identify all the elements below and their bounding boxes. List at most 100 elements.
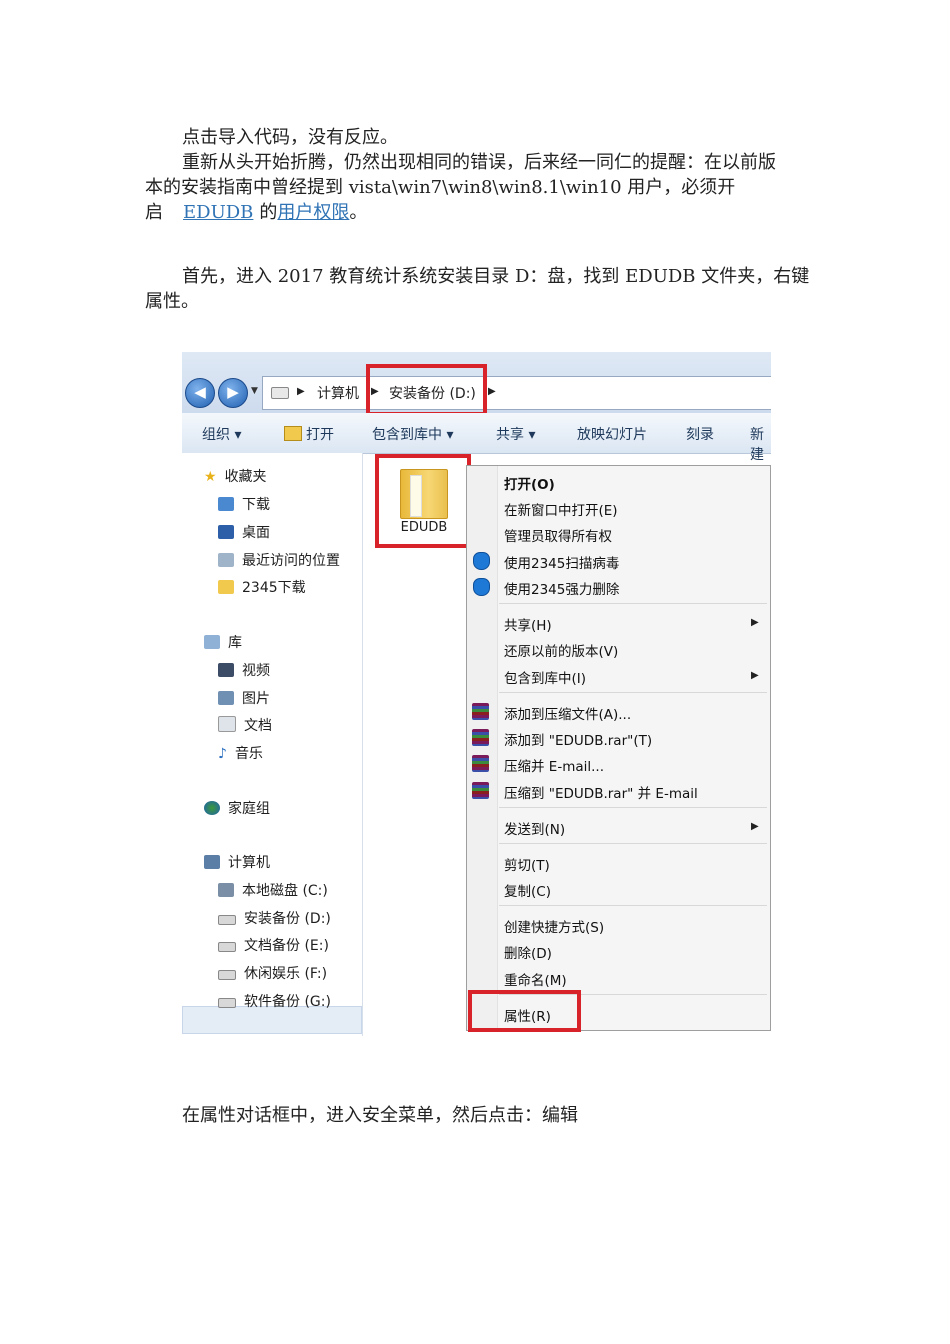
submenu-arrow-icon: ▶ <box>751 617 759 628</box>
nav-label: 收藏夹 <box>224 469 267 485</box>
music-icon: ♪ <box>218 746 227 762</box>
menu-add-to-archive[interactable]: 添加到压缩文件(A)... <box>504 703 631 723</box>
nav-downloads[interactable]: 下载 <box>218 493 270 517</box>
toolbar-share[interactable]: 共享 ▾ <box>496 424 535 444</box>
winrar-icon <box>472 755 489 772</box>
nav-label: 下载 <box>242 497 270 513</box>
nav-documents[interactable]: 文档 <box>218 714 272 738</box>
nav-drive-d[interactable]: 安装备份 (D:) <box>218 907 331 931</box>
highlight-box-drive <box>366 364 487 416</box>
drive-icon <box>218 970 236 980</box>
highlight-box-folder <box>375 454 471 548</box>
address-box[interactable]: ▶ 计算机 ▶ 安装备份 (D:) ▶ <box>262 376 771 410</box>
nav-videos[interactable]: 视频 <box>218 659 270 683</box>
nav-label: 音乐 <box>234 746 263 762</box>
menu-separator <box>499 807 767 808</box>
menu-delete[interactable]: 删除(D) <box>504 942 552 962</box>
nav-libraries[interactable]: 库 <box>204 631 242 655</box>
nav-label: 安装备份 (D:) <box>244 911 331 927</box>
nav-drive-f[interactable]: 休闲娱乐 (F:) <box>218 962 327 986</box>
paragraph-2-mid: 的 <box>259 202 278 223</box>
paragraph-1: 点击导入代码，没有反应。 <box>182 127 398 148</box>
command-toolbar: 组织 ▾ 打开 包含到库中 ▾ 共享 ▾ 放映幻灯片 刻录 新建 <box>182 413 771 463</box>
menu-share[interactable]: 共享(H) <box>504 614 552 634</box>
paragraph-2-end: 。 <box>349 202 368 223</box>
toolbar-new-folder[interactable]: 新建 <box>750 424 771 464</box>
star-icon: ★ <box>204 469 217 485</box>
nav-label: 最近访问的位置 <box>242 553 340 569</box>
paragraph-2-line-2: 本的安装指南中曾经提到 vista\win7\win8\win8.1\win10… <box>145 177 736 198</box>
menu-cut[interactable]: 剪切(T) <box>504 854 550 874</box>
menu-separator <box>499 843 767 844</box>
nav-computer[interactable]: 计算机 <box>204 851 270 875</box>
toolbar-open[interactable]: 打开 <box>306 424 334 444</box>
menu-rename[interactable]: 重命名(M) <box>504 969 567 989</box>
drive-icon <box>218 998 236 1008</box>
menu-separator <box>499 905 767 906</box>
navigation-pane: ★ 收藏夹 下载 桌面 最近访问的位置 2345下载 库 视频 图片 文档 ♪ 音乐… <box>182 453 363 1036</box>
nav-drive-c[interactable]: 本地磁盘 (C:) <box>218 879 328 903</box>
history-dropdown-icon[interactable]: ▼ <box>251 386 258 396</box>
paragraph-3-line-2: 属性。 <box>145 291 199 312</box>
nav-label: 图片 <box>242 691 270 707</box>
menu-open[interactable]: 打开(O) <box>504 473 555 493</box>
menu-compress-edudb-email[interactable]: 压缩到 "EDUDB.rar" 并 E-mail <box>504 782 698 802</box>
paragraph-2-prefix: 启 <box>145 202 163 223</box>
menu-restore-versions[interactable]: 还原以前的版本(V) <box>504 640 618 660</box>
menu-copy[interactable]: 复制(C) <box>504 880 551 900</box>
nav-recent-places[interactable]: 最近访问的位置 <box>218 549 340 573</box>
video-icon <box>218 663 234 677</box>
download-icon <box>218 497 234 511</box>
menu-open-new-window[interactable]: 在新窗口中打开(E) <box>504 499 618 519</box>
menu-include-library[interactable]: 包含到库中(I) <box>504 667 586 687</box>
nav-desktop[interactable]: 桌面 <box>218 521 270 545</box>
highlight-box-properties <box>468 990 581 1032</box>
breadcrumb-computer[interactable]: 计算机 <box>317 383 359 403</box>
paragraph-4: 在属性对话框中，进入安全菜单，然后点击：编辑 <box>182 1105 578 1126</box>
winrar-icon <box>472 729 489 746</box>
nav-drive-e[interactable]: 文档备份 (E:) <box>218 934 329 958</box>
crumb-separator-icon: ▶ <box>297 386 305 397</box>
toolbar-organize[interactable]: 组织 ▾ <box>202 424 241 444</box>
nav-favorites[interactable]: ★ 收藏夹 <box>204 465 267 489</box>
menu-icon-strip <box>467 466 498 1030</box>
menu-force-delete[interactable]: 使用2345强力删除 <box>504 578 619 598</box>
folder-icon <box>218 580 234 594</box>
system-drive-icon <box>218 883 234 897</box>
nav-label: 休闲娱乐 (F:) <box>244 966 328 982</box>
menu-take-ownership[interactable]: 管理员取得所有权 <box>504 525 612 545</box>
menu-compress-email[interactable]: 压缩并 E-mail... <box>504 755 604 775</box>
recent-places-icon <box>218 553 234 567</box>
nav-pictures[interactable]: 图片 <box>218 687 270 711</box>
forward-button[interactable]: ▶ <box>218 378 248 408</box>
desktop-icon <box>218 525 234 539</box>
nav-homegroup[interactable]: 家庭组 <box>204 797 270 821</box>
nav-label: 家庭组 <box>228 801 270 817</box>
crumb-separator-icon: ▶ <box>488 386 496 397</box>
submenu-arrow-icon: ▶ <box>751 821 759 832</box>
nav-label: 2345下载 <box>242 580 306 596</box>
toolbar-burn[interactable]: 刻录 <box>686 424 714 444</box>
toolbar-slideshow[interactable]: 放映幻灯片 <box>577 424 647 444</box>
nav-drive-g[interactable]: 软件备份 (G:) <box>218 990 331 1014</box>
nav-music[interactable]: ♪ 音乐 <box>218 742 263 766</box>
drive-icon <box>218 915 236 925</box>
menu-scan-virus[interactable]: 使用2345扫描病毒 <box>504 552 619 572</box>
explorer-screenshot: ◀ ▶ ▼ ▶ 计算机 ▶ 安装备份 (D:) ▶ 组织 ▾ 打开 包含到库中 … <box>182 352 771 1036</box>
nav-2345-downloads[interactable]: 2345下载 <box>218 576 306 600</box>
paragraph-2-line-1: 重新从头开始折腾，仍然出现相同的错误，后来经一同仁的提醒：在以前版 <box>182 152 776 173</box>
menu-create-shortcut[interactable]: 创建快捷方式(S) <box>504 916 604 936</box>
edudb-link[interactable]: EDUDB <box>183 202 253 223</box>
paragraph-2-line-3: 启 EDUDB 的用户权限。 <box>145 200 367 225</box>
winrar-icon <box>472 782 489 799</box>
back-button[interactable]: ◀ <box>185 378 215 408</box>
menu-add-to-edudb-rar[interactable]: 添加到 "EDUDB.rar"(T) <box>504 729 652 749</box>
winrar-icon <box>472 703 489 720</box>
computer-icon <box>204 855 220 869</box>
nav-label: 软件备份 (G:) <box>244 994 331 1010</box>
user-permission-link[interactable]: 用户权限 <box>277 202 349 223</box>
menu-send-to[interactable]: 发送到(N) <box>504 818 565 838</box>
toolbar-include-library[interactable]: 包含到库中 ▾ <box>372 424 453 444</box>
shield-icon <box>473 552 490 570</box>
nav-label: 库 <box>228 635 242 651</box>
